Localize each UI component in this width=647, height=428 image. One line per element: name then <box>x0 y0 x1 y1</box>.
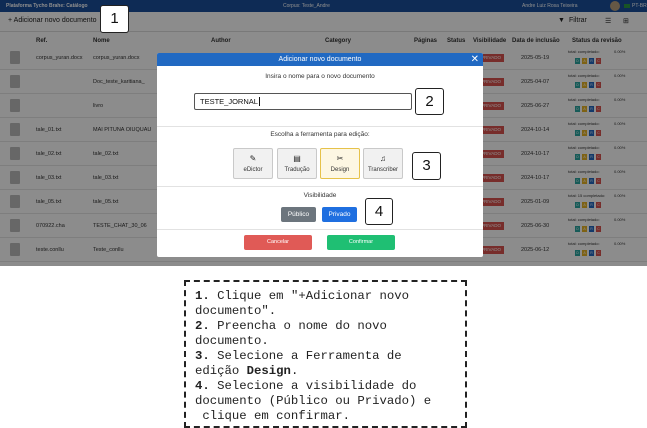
callout-3: 3 <box>412 152 441 180</box>
instruction-text: Preencha o nome do novo <box>209 319 387 333</box>
instruction-text: Clique em "+Adicionar novo <box>209 289 410 303</box>
instruction-line: 3. Selecione a Ferramenta de <box>195 349 465 364</box>
modal-title: Adicionar novo documento <box>157 53 483 66</box>
instruction-emphasis: Design <box>246 364 291 378</box>
step-number: 1. <box>195 289 210 303</box>
tool-transcriber-button[interactable]: ♫ Transcriber <box>363 148 403 179</box>
text-cursor <box>258 97 260 106</box>
tool-prompt: Escolha a ferramenta para edição: <box>270 131 370 138</box>
pencil-square-icon: ✎ <box>249 154 257 163</box>
document-name-input[interactable]: TESTE_JORNAL <box>194 93 412 110</box>
close-icon[interactable]: ✕ <box>471 53 479 66</box>
catalog-app: Plataforma Tycho Brahe: Catálogo Corpus:… <box>0 0 647 266</box>
tool-label: Design <box>330 167 350 173</box>
name-prompt: Insira o nome para o novo documento <box>265 73 375 80</box>
document-name-value: TESTE_JORNAL <box>200 97 258 106</box>
instruction-text: Selecione a Ferramenta de <box>209 349 402 363</box>
tool-edictor-button[interactable]: ✎ eDictor <box>233 148 273 179</box>
private-button[interactable]: Privado <box>322 207 357 222</box>
instruction-text: Selecione a visibilidade do <box>209 379 417 393</box>
instruction-line: documento. <box>195 334 269 348</box>
translate-icon: ▤ <box>293 154 301 163</box>
divider <box>157 126 483 127</box>
step-number: 2. <box>195 319 210 333</box>
scissors-icon: ✂ <box>336 154 344 163</box>
tool-label: Tradução <box>284 167 310 173</box>
divider <box>157 186 483 187</box>
music-note-icon: ♫ <box>380 154 386 163</box>
tool-design-button[interactable]: ✂ Design <box>320 148 360 179</box>
instruction-line: 1. Clique em "+Adicionar novo <box>195 289 465 304</box>
instruction-line: 2. Preencha o nome do novo <box>195 319 465 334</box>
divider <box>157 229 483 230</box>
tool-label: eDictor <box>243 167 263 173</box>
instruction-text: edição <box>195 364 247 378</box>
instruction-line: documento". <box>195 304 277 318</box>
instructions-box: 1. Clique em "+Adicionar novo documento"… <box>184 280 467 428</box>
instruction-line: edição Design. <box>195 364 465 379</box>
public-button[interactable]: Público <box>281 207 316 222</box>
tool-traducao-button[interactable]: ▤ Tradução <box>277 148 317 179</box>
confirm-button[interactable]: Confirmar <box>327 235 395 250</box>
callout-4: 4 <box>365 198 393 225</box>
instruction-line: documento (Público ou Privado) e <box>195 394 432 408</box>
callout-2: 2 <box>415 88 444 115</box>
instruction-text: . <box>290 364 299 378</box>
cancel-button[interactable]: Cancelar <box>244 235 312 250</box>
tool-label: Transcriber <box>367 167 399 173</box>
instruction-line: clique em confirmar. <box>195 409 350 423</box>
step-number: 4. <box>195 379 210 393</box>
visibility-label: Visibilidade <box>303 192 337 199</box>
instruction-line: 4. Selecione a visibilidade do <box>195 379 465 394</box>
callout-1: 1 <box>100 5 129 33</box>
step-number: 3. <box>195 349 210 363</box>
